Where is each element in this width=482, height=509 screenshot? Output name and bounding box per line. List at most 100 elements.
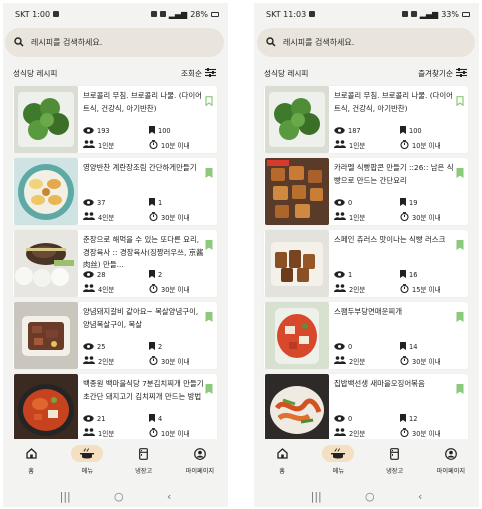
nav-item-home[interactable]: 홈 <box>7 445 55 475</box>
timer-icon <box>400 211 409 223</box>
cook-time: 30분 이내 <box>412 358 441 366</box>
bookmark-filled-icon[interactable] <box>205 235 213 254</box>
back-button[interactable]: ‹ <box>167 490 171 503</box>
recipe-card[interactable]: 집밥백선생 새마을오징어볶음 0 12 2인분 30분 이내 <box>264 374 468 441</box>
system-nav-bar: ||| ○ ‹ <box>254 485 479 507</box>
bookmark-filled-icon[interactable] <box>456 307 464 326</box>
nav-item-menu[interactable]: 메뉴 <box>63 445 111 475</box>
battery-level: 33% <box>441 9 459 19</box>
recipe-thumbnail <box>14 374 78 441</box>
recipe-card[interactable]: 브로콜리 무침. 브로콜리 나물. (다이어트식, 건강식, 아기반찬) 193… <box>13 86 217 153</box>
recipe-thumbnail <box>265 158 329 225</box>
recipe-card[interactable]: 양념돼지갈비 같아요~ 목살양념구이, 양념목살구이, 목살 25 2 2인분 … <box>13 302 217 369</box>
view-count: 1 <box>348 271 353 279</box>
bookmark-count: 19 <box>409 199 418 207</box>
recipe-info-row: 1인분 10분 이내 <box>83 139 213 151</box>
recipe-stats-row: 0 14 <box>334 341 464 353</box>
nav-label: 홈 <box>28 468 34 475</box>
recipe-info-row: 4인분 30분 이내 <box>83 211 213 223</box>
recipe-stats-row: 25 2 <box>83 341 213 353</box>
nav-item-home[interactable]: 홈 <box>258 445 306 475</box>
home-button[interactable]: ○ <box>114 490 124 503</box>
home-icon <box>266 445 298 462</box>
timer-icon <box>400 139 409 151</box>
recipe-thumbnail <box>14 86 78 153</box>
eye-icon <box>83 342 94 352</box>
recipe-card[interactable]: 카라멜 식빵팝콘 만들기 ::26:: 남은 식빵으로 만드는 간단요리 0 1… <box>264 158 468 225</box>
eye-icon <box>83 414 94 424</box>
status-bar: SKT 1:00 ▂▄▆ 28% <box>3 3 228 25</box>
bookmark-filled-icon[interactable] <box>205 307 213 326</box>
bookmark-count-icon <box>400 342 406 352</box>
search-bar[interactable]: 레시피를 검색하세요. <box>5 28 224 57</box>
bookmark-count-icon <box>400 198 406 208</box>
recipe-info-row: 2인분 30분 이내 <box>83 355 213 367</box>
nav-item-fridge[interactable]: 냉장고 <box>371 445 419 475</box>
nav-label: 메뉴 <box>332 468 345 475</box>
bookmark-filled-icon[interactable] <box>456 235 464 254</box>
recipe-thumbnail <box>265 374 329 441</box>
people-icon <box>83 356 95 366</box>
sort-button[interactable]: 즐겨찾기순 <box>418 67 467 79</box>
notification-icon <box>53 11 60 17</box>
eye-icon <box>334 342 345 352</box>
view-count: 28 <box>97 271 106 279</box>
home-icon <box>15 445 47 462</box>
recents-button[interactable]: ||| <box>60 490 71 503</box>
view-count: 21 <box>97 415 106 423</box>
bookmark-count: 14 <box>409 343 418 351</box>
recipe-stats-row: 0 19 <box>334 197 464 209</box>
recipe-stats-row: 37 1 <box>83 197 213 209</box>
recipe-info-row: 2인분 30분 이내 <box>334 427 464 439</box>
recipe-thumbnail <box>265 86 329 153</box>
recipe-card[interactable]: 스팸두부당면매운찌개 0 14 2인분 30분 이내 <box>264 302 468 369</box>
recipe-card[interactable]: 춘장으로 해먹을 수 있는 또다른 요리, 경장육사 :: 경장육사(징짱러우쓰… <box>13 230 217 297</box>
account-icon <box>184 445 216 462</box>
bookmark-count-icon <box>149 270 155 280</box>
cook-time: 10분 이내 <box>161 430 190 438</box>
sort-label: 즐겨찾기순 <box>418 68 453 78</box>
bookmark-outline-icon[interactable] <box>456 91 464 110</box>
people-icon <box>334 428 346 438</box>
servings: 1인분 <box>349 214 366 222</box>
status-time: SKT 11:03 <box>266 9 307 19</box>
nav-item-menu[interactable]: 메뉴 <box>314 445 362 475</box>
nav-item-fridge[interactable]: 냉장고 <box>120 445 168 475</box>
bookmark-filled-icon[interactable] <box>205 163 213 182</box>
bookmark-filled-icon[interactable] <box>205 379 213 398</box>
battery-level: 28% <box>190 9 208 19</box>
bookmark-count-icon <box>400 414 406 424</box>
people-icon <box>334 284 346 294</box>
recipe-card[interactable]: 브로콜리 무침. 브로콜리 나물. (다이어트식, 건강식, 아기반찬) 187… <box>264 86 468 153</box>
right-screen: SKT 11:03 ▂▄▆ 33% 레시피를 검색하세요. 성식당 레시피 즐겨… <box>254 3 479 507</box>
recipe-info-row: 2인분 15분 이내 <box>334 283 464 295</box>
search-bar[interactable]: 레시피를 검색하세요. <box>257 28 475 57</box>
view-count: 0 <box>348 199 353 207</box>
servings: 1인분 <box>98 430 115 438</box>
bookmark-filled-icon[interactable] <box>456 163 464 182</box>
servings: 2인분 <box>349 430 366 438</box>
signal-icon: ▂▄▆ <box>168 9 188 19</box>
timer-icon <box>149 139 158 151</box>
mute-icon <box>159 11 166 17</box>
bookmark-filled-icon[interactable] <box>456 379 464 398</box>
cook-time: 15분 이내 <box>412 286 441 294</box>
recipe-card[interactable]: 백종원 백마을식당 7분김치찌개 만들기 초간단 돼지고기 김치찌개 만드는 방… <box>13 374 217 441</box>
recipe-card[interactable]: 영양반찬 계란장조림 간단하게만들기 37 1 4인분 30분 이내 <box>13 158 217 225</box>
bookmark-outline-icon[interactable] <box>205 91 213 110</box>
bookmark-count: 2 <box>158 271 163 279</box>
recipe-thumbnail <box>14 302 78 369</box>
recents-button[interactable]: ||| <box>311 490 322 503</box>
home-button[interactable]: ○ <box>365 490 375 503</box>
view-count: 193 <box>97 127 110 135</box>
nav-item-mypage[interactable]: 마이페이지 <box>176 445 224 475</box>
sort-button[interactable]: 조회순 <box>181 67 216 79</box>
recipe-card[interactable]: 스페인 츄러스 맛이나는 식빵 러스크 1 16 2인분 15분 이내 <box>264 230 468 297</box>
recipe-title: 백종원 백마을식당 7분김치찌개 만들기 초간단 돼지고기 김치찌개 만드는 방… <box>83 379 204 401</box>
back-button[interactable]: ‹ <box>418 490 422 503</box>
cooking-pot-icon <box>322 445 355 462</box>
system-nav-bar: ||| ○ ‹ <box>3 485 228 507</box>
nav-label: 메뉴 <box>81 468 94 475</box>
recipe-stats-row: 21 4 <box>83 413 213 425</box>
nav-item-mypage[interactable]: 마이페이지 <box>427 445 475 475</box>
